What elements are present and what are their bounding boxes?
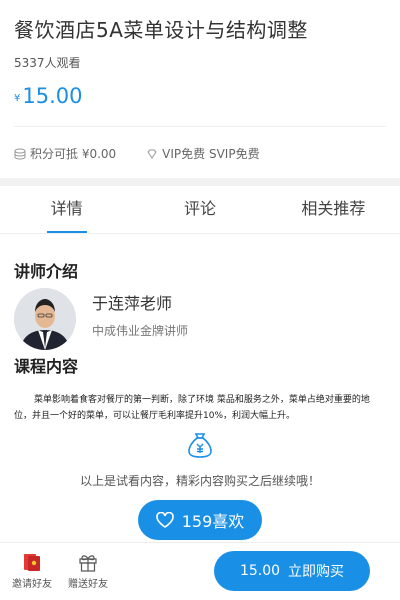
tab-recommendations[interactable]: 相关推荐	[267, 186, 400, 233]
vip-free-text: VIP免费 SVIP免费	[162, 147, 260, 161]
buy-price: 15.00	[239, 563, 281, 579]
price: ¥15.00	[14, 84, 83, 108]
section-separator	[0, 178, 400, 186]
heart-icon	[155, 512, 174, 528]
teacher-title: 中成伟业金牌讲师	[92, 324, 189, 338]
tab-bar: 详情 评论 相关推荐	[0, 186, 400, 234]
teacher-avatar	[14, 288, 76, 350]
gift-icon	[79, 555, 97, 572]
teacher-name: 于连萍老师	[92, 294, 173, 313]
currency-symbol: ¥	[14, 93, 21, 104]
tab-comments[interactable]: 评论	[133, 186, 266, 233]
teacher-section-title: 讲师介绍	[14, 262, 79, 281]
course-title: 餐饮酒店5A菜单设计与结构调整	[14, 18, 308, 42]
divider	[14, 126, 386, 127]
trial-notice: 以上是试看内容，精彩内容购买之后继续哦！	[79, 474, 320, 488]
view-count: 5337人观看	[14, 56, 81, 70]
like-button[interactable]: 159喜欢	[138, 500, 262, 540]
buy-label: 立即购买	[288, 564, 345, 580]
invite-friend-button[interactable]: 邀请好友	[10, 551, 54, 590]
gift-friend-label: 赠送好友	[68, 579, 108, 590]
gift-friend-button[interactable]: 赠送好友	[66, 551, 110, 590]
coins-icon	[14, 148, 26, 160]
like-count: 159喜欢	[181, 512, 245, 531]
points-deduction: 积分可抵 ¥0.00	[30, 147, 117, 161]
bottom-action-bar: 邀请好友 赠送好友 15.00 立即购买	[0, 542, 400, 600]
invite-friend-label: 邀请好友	[12, 579, 52, 590]
perks-row: 积分可抵 ¥0.00 VIP免费 SVIP免费	[14, 145, 260, 162]
buy-now-button[interactable]: 15.00 立即购买	[214, 551, 370, 591]
price-amount: 15.00	[22, 84, 83, 108]
diamond-icon	[147, 149, 157, 159]
course-intro-text: 菜单影响着食客对餐厅的第一判断，除了环境 菜品和服务之外，菜单占绝对重要的地位，…	[14, 395, 370, 421]
tab-details[interactable]: 详情	[0, 186, 133, 233]
red-envelope-icon	[24, 554, 40, 571]
content-section-title: 课程内容	[14, 357, 79, 376]
money-bag-icon	[188, 433, 212, 458]
